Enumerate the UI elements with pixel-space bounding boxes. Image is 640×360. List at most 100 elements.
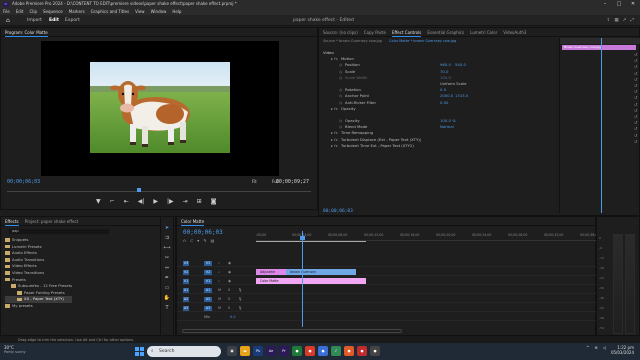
menu-window[interactable]: Window [151,8,167,15]
timeline-scrollbar[interactable] [182,329,402,333]
track-name[interactable]: V1 [204,279,212,284]
sync-lock-icon[interactable]: ⌕ [218,269,220,276]
type-tool-icon[interactable]: T [161,303,173,313]
ripple-edit-icon[interactable]: ⟷ [161,243,173,253]
tab-program[interactable]: Program: Color Matte [5,28,48,36]
lift-icon[interactable]: ⊞ [197,198,202,205]
effects-tree-item[interactable]: Video Effects [5,263,72,270]
effects-tree-item[interactable]: Lumetri Presets [5,244,72,251]
menu-edit[interactable]: Edit [16,8,24,15]
effect-row[interactable]: ▸ fx Turbulent Time Ext - Paper Text (XTY… [319,143,559,149]
track-header[interactable]: A2 A2 M S 🎙 [182,296,256,303]
mute-icon[interactable]: M [218,287,221,294]
quick-export-icon[interactable]: ⇪ [607,15,611,26]
track-header[interactable]: V3 V3 ⌕ ◉ [182,260,256,267]
track-name[interactable]: A1 [204,288,212,293]
fit-dropdown[interactable]: Fit [252,179,257,184]
tab-export[interactable]: Export [65,15,80,26]
effects-tree-item[interactable]: Snippets [5,237,72,244]
timeline-ruler[interactable]: :00;0000;00;04;0000;00;08;0000;00;12;000… [256,231,599,241]
app-icon-red[interactable]: ● [305,346,315,356]
effects-tree-item[interactable]: Presets [5,277,72,284]
effects-tree-item[interactable]: Subsumfex - 12 Free Presets [5,283,72,290]
track-header[interactable]: V2 V2 ⌕ ◉ [182,269,256,276]
track-name[interactable]: A3 [204,306,212,311]
maximize-icon[interactable]: □ [612,0,626,8]
volume-icon[interactable]: ◁ [603,345,606,355]
step-forward-icon[interactable]: |▶ [167,198,174,205]
effects-tree-item[interactable]: Audio Transitions [5,257,72,264]
weather-widget[interactable]: 30°C Partly sunny [4,345,26,355]
mix-value[interactable]: 0.0 [230,314,236,321]
effects-tree-item[interactable]: Audio Effects [5,250,72,257]
program-video-frame[interactable] [41,41,279,176]
effects-search-input[interactable]: pap [9,229,109,234]
mute-icon[interactable]: M [218,305,221,312]
step-back-icon[interactable]: ◀| [138,198,145,205]
track-name[interactable]: V3 [204,261,212,266]
selection-tool-icon[interactable]: ➤ [161,223,173,233]
tab-project[interactable]: Project: paper shake effect [25,217,79,225]
wifi-icon[interactable]: ≋ [595,345,598,355]
voiceover-icon[interactable]: 🎙 [238,287,242,294]
app-icon-green[interactable]: ● [292,346,302,356]
pen-tool-icon[interactable]: ✒ [161,273,173,283]
timeline-clip[interactable]: brown Guernsey [286,269,356,275]
add-marker-icon[interactable]: ▾ [197,238,199,243]
track-name[interactable]: A2 [204,297,212,302]
linked-selection-icon[interactable]: ⊂ [190,238,193,243]
hand-tool-icon[interactable]: ✋ [161,293,173,303]
menu-graphics[interactable]: Graphics and Titles [91,8,129,15]
app-icon-gray[interactable]: ● [370,346,380,356]
tab-essential-graphics[interactable]: Essential Graphics [427,28,464,36]
eye-icon[interactable]: ◉ [228,269,231,276]
track-target-toggle[interactable]: A3 [183,306,189,311]
export-frame-icon[interactable]: ◙ [211,198,217,205]
app-icon-blue[interactable]: ● [318,346,328,356]
track-target-toggle[interactable]: V1 [183,279,189,284]
voiceover-icon[interactable]: 🎙 [238,296,242,303]
app-icon-red-2[interactable]: ● [357,346,367,356]
ec-timecode[interactable]: 00;00;06;03 [323,209,353,214]
tab-sequence[interactable]: Color Matte [181,217,204,225]
menu-sequence[interactable]: Sequence [43,8,63,15]
timeline-timecode[interactable]: 00;00;06;03 [183,229,223,236]
after-effects-icon[interactable]: Ae [266,346,276,356]
timeline-clip[interactable]: Adjustme [256,269,286,275]
go-to-in-icon[interactable]: ⇤ [124,198,129,205]
menu-clip[interactable]: Clip [29,8,37,15]
premiere-icon[interactable]: Pr [279,346,289,356]
solo-icon[interactable]: S [228,296,230,303]
mute-icon[interactable]: M [218,296,221,303]
home-icon[interactable]: ⌂ [6,17,13,24]
tab-videoauth[interactable]: VideoAuth3 [503,28,526,36]
tab-effects[interactable]: Effects [5,217,19,225]
go-to-out-icon[interactable]: ⇥ [183,198,188,205]
tray-chevron-icon[interactable]: ^ [586,345,589,355]
tab-edit[interactable]: Edit [49,15,59,26]
track-target-toggle[interactable]: V2 [183,270,189,275]
photoshop-icon[interactable]: Ps [253,346,263,356]
effects-tree-item[interactable]: Video Transitions [5,270,72,277]
fx-toggle-icon[interactable]: ▸ fx [331,143,338,149]
solo-icon[interactable]: S [228,287,230,294]
app-icon-orange[interactable]: ● [344,346,354,356]
track-header[interactable]: A3 A3 M S 🎙 [182,305,256,312]
taskbar-search[interactable]: ⌕ Search [147,346,221,357]
file-explorer-icon[interactable]: ▬ [240,346,250,356]
windows-start-icon[interactable] [135,347,144,356]
minimize-icon[interactable]: – [598,0,612,8]
track-header[interactable]: Mix 0.0 [182,314,256,321]
play-icon[interactable]: ▶ [153,198,158,205]
program-timecode[interactable]: 00;00;06;03 [7,179,40,185]
effects-tree-item[interactable]: My presets [5,303,72,310]
sync-lock-icon[interactable]: ⌕ [218,260,220,267]
track-target-toggle[interactable]: A1 [183,288,189,293]
tab-effect-controls[interactable]: Effect Controls [392,28,421,36]
clip-label[interactable]: Color Matte * brown Guernsey cow.jpg [389,39,456,43]
mark-out-icon[interactable]: ⌐ [110,198,115,205]
workspaces-icon[interactable]: ▦ [614,15,618,26]
spotify-icon[interactable]: ♪ [331,346,341,356]
timeline-clip[interactable]: Color Matte [256,278,366,284]
task-view-icon[interactable]: ▣ [227,346,237,356]
